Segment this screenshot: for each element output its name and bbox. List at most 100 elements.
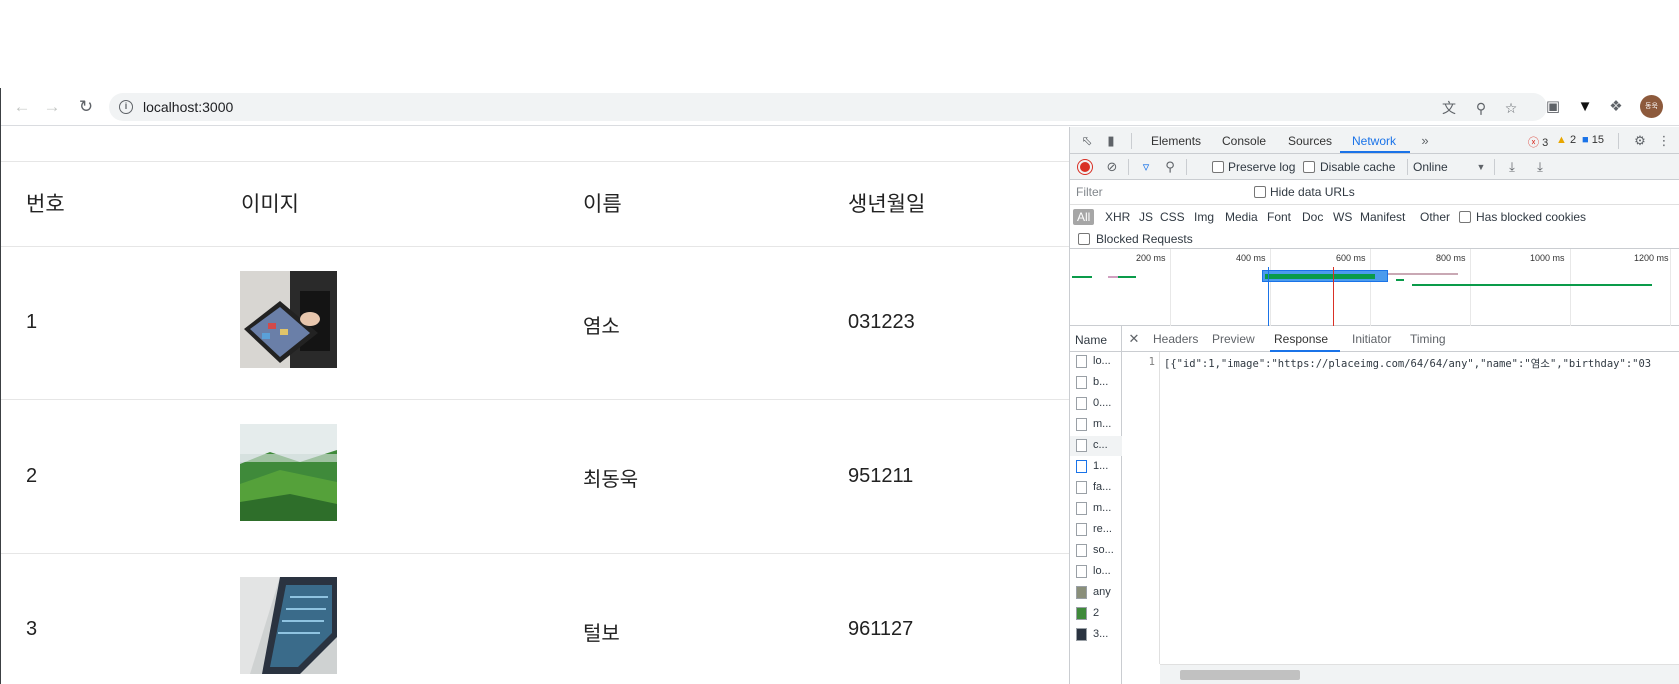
tab-elements[interactable]: Elements: [1151, 134, 1201, 148]
avatar[interactable]: 동욱: [1640, 95, 1663, 118]
filter-type-img[interactable]: Img: [1190, 209, 1218, 225]
timeline-tick: 600 ms: [1336, 253, 1366, 263]
filter-input[interactable]: Filter: [1073, 183, 1235, 201]
request-bar: [1412, 284, 1652, 286]
preserve-log-checkbox[interactable]: [1212, 161, 1224, 173]
has-blocked-cookies-checkbox[interactable]: [1459, 211, 1471, 223]
filter-icon[interactable]: ▿: [1138, 159, 1154, 175]
request-row[interactable]: b...: [1070, 373, 1122, 393]
info-icon[interactable]: i: [119, 100, 133, 114]
request-row[interactable]: re...: [1070, 520, 1122, 540]
document-icon: [1076, 439, 1087, 452]
devtools-tab-bar: ⬁ ▮ Elements Console Sources Network » ⓧ…: [1070, 127, 1679, 154]
tab-console[interactable]: Console: [1222, 134, 1266, 148]
star-icon[interactable]: ☆: [1503, 100, 1519, 116]
chevron-down-icon[interactable]: ▼: [1473, 159, 1489, 175]
message-icon: ■: [1582, 134, 1589, 146]
request-row[interactable]: so...: [1070, 541, 1122, 561]
filter-type-xhr[interactable]: XHR: [1101, 209, 1134, 225]
import-har-icon[interactable]: ⤓: [1504, 159, 1520, 175]
tab-sources[interactable]: Sources: [1288, 134, 1332, 148]
request-row[interactable]: c...: [1070, 436, 1122, 456]
request-row[interactable]: m...: [1070, 499, 1122, 519]
preserve-log-label: Preserve log: [1228, 160, 1296, 174]
error-count: 3: [1542, 137, 1549, 149]
cell-number: 3: [26, 618, 38, 640]
document-icon: [1076, 355, 1087, 368]
cell-number: 1: [26, 311, 38, 333]
request-name: 3...: [1093, 628, 1109, 640]
request-name: b...: [1093, 376, 1109, 388]
request-row[interactable]: fa...: [1070, 478, 1122, 498]
horizontal-scrollbar[interactable]: [1160, 664, 1679, 684]
record-icon[interactable]: [1078, 160, 1092, 174]
request-row[interactable]: lo...: [1070, 562, 1122, 582]
thumbnail-image: [240, 424, 337, 521]
divider: [1, 399, 1070, 400]
tab-preview[interactable]: Preview: [1212, 332, 1255, 346]
filter-type-css[interactable]: CSS: [1156, 209, 1189, 225]
network-overview-timeline[interactable]: 200 ms 400 ms 600 ms 800 ms 1000 ms 1200…: [1070, 249, 1679, 326]
blocked-requests-checkbox[interactable]: [1078, 233, 1090, 245]
disable-cache-checkbox[interactable]: [1303, 161, 1315, 173]
page-content: 번호 이미지 이름 생년월일 1 염소 031223 2 최동욱 951211 …: [1, 127, 1070, 684]
tab-response[interactable]: Response: [1274, 332, 1328, 346]
filter-type-manifest[interactable]: Manifest: [1356, 209, 1409, 225]
error-count-badge[interactable]: ⓧ 3: [1528, 134, 1548, 150]
message-count-badge[interactable]: ■ 15: [1582, 134, 1604, 146]
name-column-header[interactable]: Name: [1070, 326, 1122, 352]
throttling-select[interactable]: Online: [1413, 160, 1448, 174]
translate-icon[interactable]: 文: [1441, 100, 1457, 116]
request-row[interactable]: 1...: [1070, 457, 1122, 477]
tab-network[interactable]: Network: [1352, 134, 1396, 148]
request-row[interactable]: any: [1070, 583, 1122, 603]
image-file-icon: [1076, 460, 1087, 473]
filter-type-all[interactable]: All: [1073, 209, 1095, 225]
warning-count-badge[interactable]: ▲ 2: [1556, 134, 1576, 146]
response-body[interactable]: 1 [{"id":1,"image":"https://placeimg.com…: [1122, 352, 1679, 664]
request-name: lo...: [1093, 355, 1111, 367]
timeline-tick: 1200 ms: [1634, 253, 1669, 263]
search-icon[interactable]: ⚲: [1162, 159, 1178, 175]
address-bar[interactable]: i localhost:3000 文 ⚲ ☆: [109, 93, 1547, 121]
request-row[interactable]: 3...: [1070, 625, 1122, 645]
filter-type-other[interactable]: Other: [1416, 209, 1454, 225]
filter-type-media[interactable]: Media: [1221, 209, 1262, 225]
kebab-menu-icon[interactable]: ⋮: [1656, 133, 1672, 149]
grid-line: [1470, 249, 1471, 326]
request-row[interactable]: 0....: [1070, 394, 1122, 414]
reload-icon[interactable]: ↻: [76, 97, 96, 117]
cell-birthday: 031223: [848, 311, 915, 333]
divider: [1, 161, 1070, 162]
filter-type-doc[interactable]: Doc: [1298, 209, 1327, 225]
filter-type-font[interactable]: Font: [1263, 209, 1295, 225]
clear-icon[interactable]: ⊘: [1104, 159, 1120, 175]
download-extension-icon[interactable]: ▼: [1576, 98, 1594, 116]
more-tabs-icon[interactable]: »: [1417, 133, 1433, 149]
thumbnail-image: [240, 577, 337, 674]
request-name: 0....: [1093, 397, 1112, 409]
export-har-icon[interactable]: ⤓: [1532, 159, 1548, 175]
hide-data-urls-checkbox[interactable]: [1254, 186, 1266, 198]
device-toolbar-icon[interactable]: ▮: [1103, 133, 1119, 149]
request-row[interactable]: 2: [1070, 604, 1122, 624]
back-icon[interactable]: ←: [12, 97, 32, 117]
tab-timing[interactable]: Timing: [1410, 332, 1446, 346]
tab-headers[interactable]: Headers: [1153, 332, 1198, 346]
tab-initiator[interactable]: Initiator: [1352, 332, 1391, 346]
filter-type-js[interactable]: JS: [1135, 209, 1157, 225]
inspect-element-icon[interactable]: ⬁: [1079, 133, 1095, 149]
divider: [1494, 159, 1495, 175]
cell-birthday: 961127: [848, 618, 914, 640]
zoom-icon[interactable]: ⚲: [1473, 100, 1489, 116]
camera-extension-icon[interactable]: ▣: [1544, 98, 1562, 116]
puzzle-icon[interactable]: ❖: [1607, 98, 1625, 116]
forward-icon[interactable]: →: [42, 97, 62, 117]
request-row[interactable]: m...: [1070, 415, 1122, 435]
settings-gear-icon[interactable]: ⚙: [1632, 133, 1648, 149]
close-icon[interactable]: ✕: [1126, 331, 1142, 347]
scrollbar-thumb[interactable]: [1180, 670, 1300, 680]
request-row[interactable]: lo...: [1070, 352, 1122, 372]
filter-type-ws[interactable]: WS: [1329, 209, 1356, 225]
blocked-requests-label: Blocked Requests: [1096, 232, 1193, 246]
